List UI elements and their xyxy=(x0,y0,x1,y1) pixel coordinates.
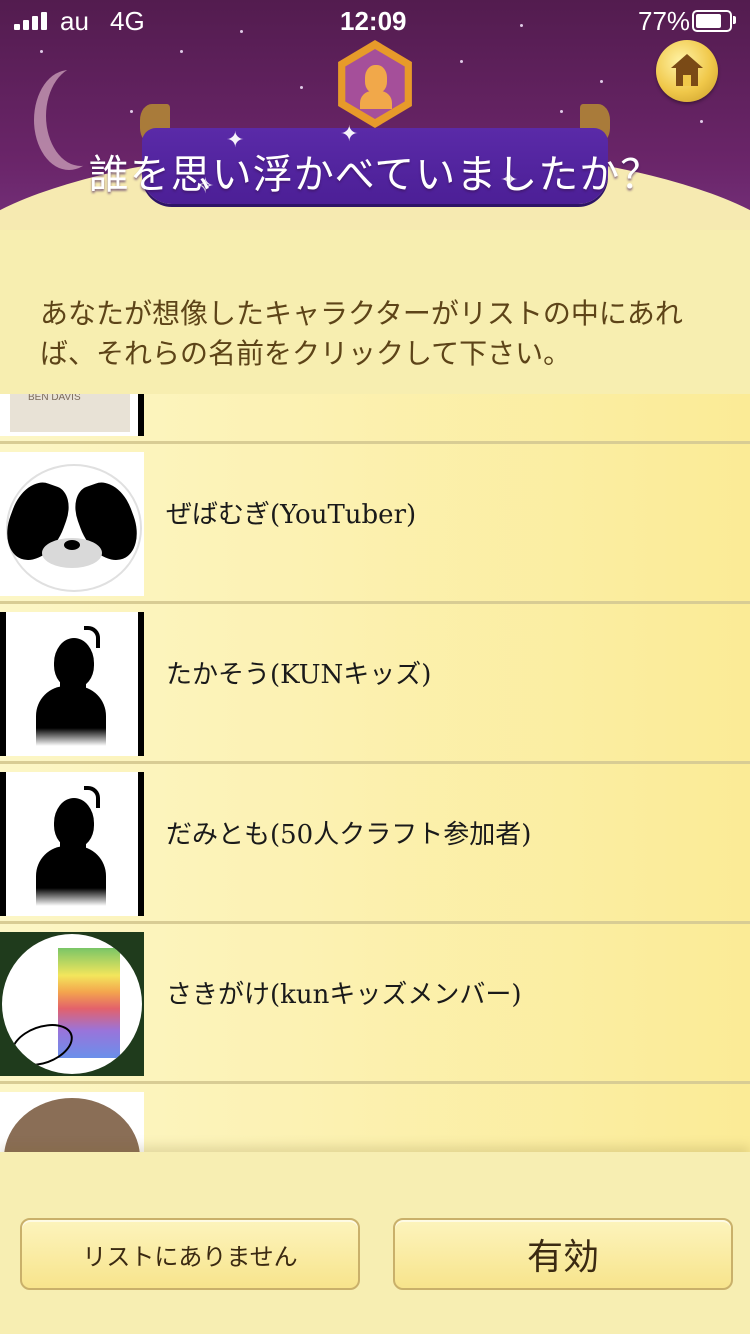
list-item[interactable]: BEN DAVIS xyxy=(0,394,750,444)
character-thumbnail xyxy=(0,452,144,596)
footer-bar: リストにありません 有効 xyxy=(0,1152,750,1334)
star xyxy=(700,120,703,123)
status-bar: au 4G 12:09 77% xyxy=(0,0,750,40)
page-title: 誰を思い浮かべていましたか？ xyxy=(88,152,662,198)
list-item[interactable]: ぜばむぎ(YouTuber) xyxy=(0,444,750,604)
battery-percent: 77% xyxy=(638,6,691,36)
character-thumbnail xyxy=(0,612,144,756)
not-in-list-label: リストにありません xyxy=(82,1242,298,1271)
character-thumbnail xyxy=(0,932,144,1076)
home-icon xyxy=(671,54,703,68)
star xyxy=(300,86,303,89)
carrier-name: au xyxy=(60,6,89,36)
battery-icon xyxy=(692,10,732,32)
clock: 12:09 xyxy=(340,6,407,36)
star xyxy=(40,50,43,53)
star xyxy=(560,110,563,113)
list-item[interactable]: たかそう(KUNキッズ) xyxy=(0,604,750,764)
character-thumbnail xyxy=(0,772,144,916)
instructions-text: あなたが想像したキャラクターがリストの中にあれば、それらの名前をクリックして下さ… xyxy=(40,297,683,370)
list-item[interactable] xyxy=(0,1084,750,1152)
character-name: さきがけ(kunキッズメンバー) xyxy=(166,980,522,1010)
character-thumbnail: BEN DAVIS xyxy=(0,394,144,436)
star xyxy=(130,110,133,113)
character-thumbnail xyxy=(0,1092,144,1152)
character-name: ぜばむぎ(YouTuber) xyxy=(166,500,417,530)
character-name: たかそう(KUNキッズ) xyxy=(166,660,432,690)
star xyxy=(600,80,603,83)
list-item[interactable]: さきがけ(kunキッズメンバー) xyxy=(0,924,750,1084)
character-name: だみとも(50人クラフト参加者) xyxy=(166,820,532,850)
star xyxy=(180,50,183,53)
valid-label: 有効 xyxy=(526,1237,599,1278)
home-button[interactable] xyxy=(656,40,718,102)
battery-fill xyxy=(696,14,721,28)
battery-cap xyxy=(733,16,736,24)
list-item[interactable]: だみとも(50人クラフト参加者) xyxy=(0,764,750,924)
signal-strength-icon xyxy=(14,10,50,30)
not-in-list-button[interactable]: リストにありません xyxy=(20,1218,360,1290)
valid-button[interactable]: 有効 xyxy=(393,1218,733,1290)
star xyxy=(460,60,463,63)
network-type: 4G xyxy=(110,6,145,36)
character-list[interactable]: BEN DAVIS ぜばむぎ(YouTuber) たかそう(KUNキッズ) だみ… xyxy=(0,394,750,1152)
